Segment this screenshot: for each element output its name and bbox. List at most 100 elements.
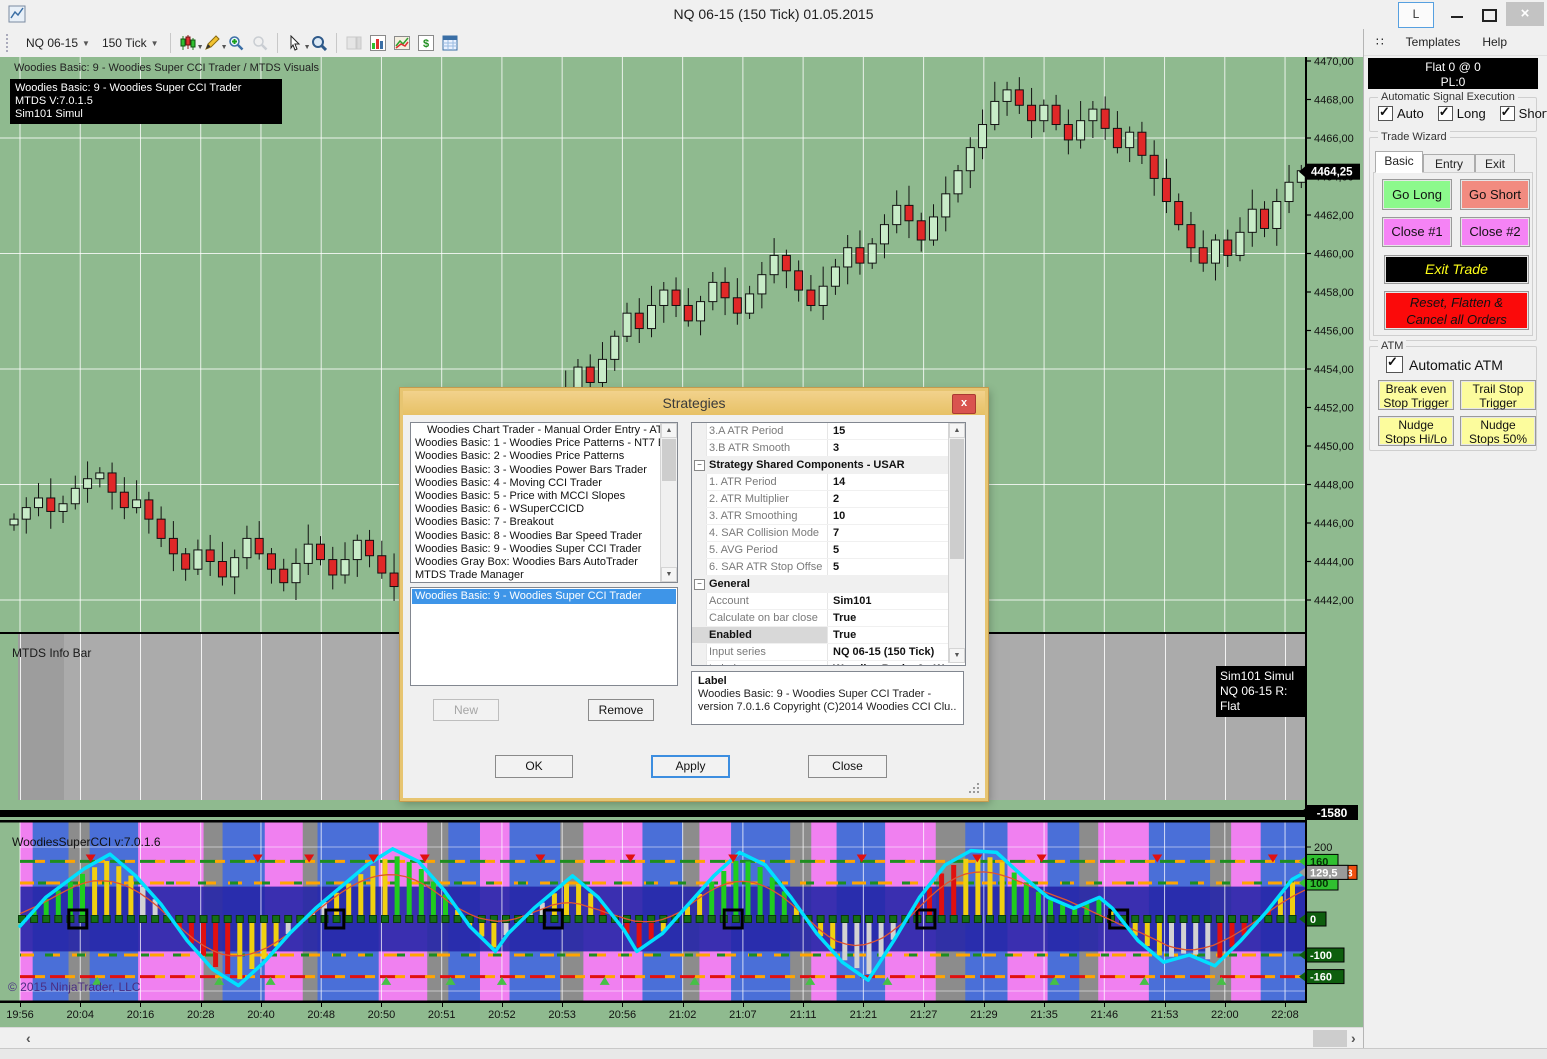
nudge-stops-hilo-button[interactable]: Nudge Stops Hi/Lo xyxy=(1378,416,1454,446)
property-row[interactable]: 3.B ATR Smooth3 xyxy=(692,440,948,457)
strategy-list-item[interactable]: Woodies Basic: 2 - Woodies Price Pattern… xyxy=(412,450,658,463)
checkbox-icon[interactable] xyxy=(1438,106,1453,121)
property-row[interactable]: 3.A ATR Period15 xyxy=(692,423,948,440)
woodies-cci-panel[interactable]: 2003160100129,50-100-160 xyxy=(0,820,1363,1003)
close-dialog-button[interactable]: Close xyxy=(808,755,887,778)
scroll-up-icon[interactable]: ▲ xyxy=(661,423,677,438)
close-1-button[interactable]: Close #1 xyxy=(1382,217,1452,247)
strategy-list-item[interactable]: Woodies Gray Box: Woodies Bars AutoTrade… xyxy=(412,556,658,569)
property-row[interactable]: −Strategy Shared Components - USAR xyxy=(692,457,948,474)
data-box-icon[interactable] xyxy=(307,32,331,54)
menu-templates[interactable]: Templates xyxy=(1406,35,1461,49)
drawing-tools-icon[interactable]: ▼ xyxy=(200,32,224,54)
scroll-down-icon[interactable]: ▼ xyxy=(661,567,677,582)
maximize-button[interactable] xyxy=(1474,2,1504,26)
collapse-icon[interactable]: − xyxy=(694,460,705,471)
property-row[interactable]: 1. ATR Period14 xyxy=(692,474,948,491)
instrument-selector[interactable]: NQ 06-15▼ xyxy=(20,34,96,52)
strategy-list-item[interactable]: Woodies Basic: 3 - Woodies Power Bars Tr… xyxy=(412,464,658,477)
strategy-list-item[interactable]: Woodies Chart Trader - Manual Order Entr… xyxy=(412,424,658,437)
strategy-list-item[interactable]: Woodies Basic: 1 - Woodies Price Pattern… xyxy=(412,437,658,450)
nudge-stops-50-button[interactable]: Nudge Stops 50% xyxy=(1460,416,1536,446)
grid-scrollbar[interactable]: ▲ ▼ xyxy=(948,423,965,663)
dialog-title-bar[interactable]: Strategies xyxy=(403,391,985,415)
time-label: 21:46 xyxy=(1091,1009,1119,1021)
short-checkbox[interactable]: Short xyxy=(1500,106,1547,121)
auto-checkbox[interactable]: Auto xyxy=(1378,106,1424,121)
selected-strategy-item[interactable]: Woodies Basic: 9 - Woodies Super CCI Tra… xyxy=(412,589,676,604)
account-data-icon[interactable]: $ xyxy=(414,32,438,54)
ok-button[interactable]: OK xyxy=(495,755,573,778)
strategy-list-item[interactable]: Woodies Basic: 7 - Breakout xyxy=(412,516,658,529)
chart-toolbar: NQ 06-15▼ 150 Tick▼ ▼▼▼$ xyxy=(0,29,1363,58)
chart-style-icon[interactable]: ▼ xyxy=(176,32,200,54)
minimize-button[interactable] xyxy=(1442,2,1472,26)
tab-entry[interactable]: Entry xyxy=(1423,154,1475,173)
title-bar[interactable]: NQ 06-15 (150 Tick) 01.05.2015 L × xyxy=(0,0,1547,30)
property-row[interactable]: 6. SAR ATR Stop Offse5 xyxy=(692,559,948,576)
scrollbar-thumb[interactable] xyxy=(662,439,676,481)
time-label: 20:50 xyxy=(368,1009,396,1021)
exit-trade-button[interactable]: Exit Trade xyxy=(1384,255,1529,284)
link-button[interactable]: L xyxy=(1398,2,1434,28)
resize-grip[interactable] xyxy=(969,783,979,793)
checkbox-icon[interactable] xyxy=(1378,106,1393,121)
property-row[interactable]: Input seriesNQ 06-15 (150 Tick) xyxy=(692,644,948,661)
snapshot-icon[interactable] xyxy=(390,32,414,54)
data-grid-icon[interactable] xyxy=(438,32,462,54)
reset-flatten-button[interactable]: Reset, Flatten & Cancel all Orders xyxy=(1384,291,1529,330)
toolbar-grip[interactable] xyxy=(6,34,16,52)
checkbox-icon[interactable] xyxy=(1500,106,1515,121)
panel-grip-icon[interactable]: ∷ xyxy=(1376,35,1384,49)
active-strategy-list[interactable]: Woodies Basic: 9 - Woodies Super CCI Tra… xyxy=(410,587,678,686)
new-button[interactable]: New xyxy=(433,699,499,721)
close-button[interactable]: × xyxy=(1506,2,1544,26)
property-row[interactable]: 5. AVG Period5 xyxy=(692,542,948,559)
property-row[interactable]: 3. ATR Smoothing10 xyxy=(692,508,948,525)
property-grid[interactable]: 3.A ATR Period153.B ATR Smooth3−Strategy… xyxy=(691,422,966,666)
tab-exit[interactable]: Exit xyxy=(1475,154,1515,173)
long-checkbox[interactable]: Long xyxy=(1438,106,1486,121)
scrollbar-thumb[interactable] xyxy=(1313,1030,1347,1047)
strategy-list-item[interactable]: Woodies Basic: 6 - WSuperCCICD xyxy=(412,503,658,516)
trail-stop-button[interactable]: Trail Stop Trigger xyxy=(1460,380,1536,410)
apply-button[interactable]: Apply xyxy=(651,755,730,778)
checkbox-icon[interactable] xyxy=(1386,356,1403,373)
property-row[interactable]: Calculate on bar closeTrue xyxy=(692,610,948,627)
cursor-icon[interactable]: ▼ xyxy=(283,32,307,54)
remove-button[interactable]: Remove xyxy=(588,699,654,721)
property-row[interactable]: −General xyxy=(692,576,948,593)
go-short-button[interactable]: Go Short xyxy=(1460,179,1530,210)
property-row[interactable]: AccountSim101 xyxy=(692,593,948,610)
strategy-list-item[interactable]: Woodies Basic: 5 - Price with MCCI Slope… xyxy=(412,490,658,503)
scroll-down-icon[interactable]: ▼ xyxy=(949,648,965,663)
menu-help[interactable]: Help xyxy=(1482,35,1507,49)
scrollbar-thumb[interactable] xyxy=(950,439,964,559)
dialog-close-icon[interactable]: x xyxy=(952,394,976,414)
zoom-in-icon[interactable] xyxy=(224,32,248,54)
dropdown-icon[interactable]: ▼ xyxy=(937,664,945,666)
property-row[interactable]: EnabledTrue xyxy=(692,627,948,644)
automatic-atm-checkbox[interactable]: Automatic ATM xyxy=(1386,356,1503,373)
tab-basic[interactable]: Basic xyxy=(1375,151,1423,173)
close-2-button[interactable]: Close #2 xyxy=(1460,217,1530,247)
scroll-left-arrow[interactable]: ‹ xyxy=(26,1030,31,1046)
property-row[interactable]: 4. SAR Collision Mode7 xyxy=(692,525,948,542)
go-long-button[interactable]: Go Long xyxy=(1382,179,1452,210)
strategy-list-item[interactable]: Woodies Basic: 4 - Moving CCI Trader xyxy=(412,477,658,490)
list-scrollbar[interactable]: ▲ ▼ xyxy=(660,423,677,582)
collapse-icon[interactable]: − xyxy=(694,579,705,590)
scroll-right-arrow[interactable]: › xyxy=(1351,1030,1356,1046)
interval-selector[interactable]: 150 Tick▼ xyxy=(96,34,165,52)
strategy-list-item[interactable]: Woodies Basic: 8 - Woodies Bar Speed Tra… xyxy=(412,530,658,543)
strategy-list[interactable]: Woodies Chart Trader - Manual Order Entr… xyxy=(410,422,678,583)
strategy-list-item[interactable]: MTDS Trade Manager xyxy=(412,569,658,582)
break-even-stop-button[interactable]: Break even Stop Trigger xyxy=(1378,380,1454,410)
chart-trader-icon[interactable] xyxy=(366,32,390,54)
scroll-up-icon[interactable]: ▲ xyxy=(949,423,965,438)
horizontal-scrollbar[interactable]: ‹ › xyxy=(0,1027,1363,1049)
property-row[interactable]: LabelWoodies Basic: 9 - W▼ xyxy=(692,661,948,666)
strategy-list-item[interactable]: Woodies Basic: 9 - Woodies Super CCI Tra… xyxy=(412,543,658,556)
time-axis[interactable]: 19:5620:0420:1620:2820:4020:4820:5020:51… xyxy=(0,1003,1363,1027)
property-row[interactable]: 2. ATR Multiplier2 xyxy=(692,491,948,508)
